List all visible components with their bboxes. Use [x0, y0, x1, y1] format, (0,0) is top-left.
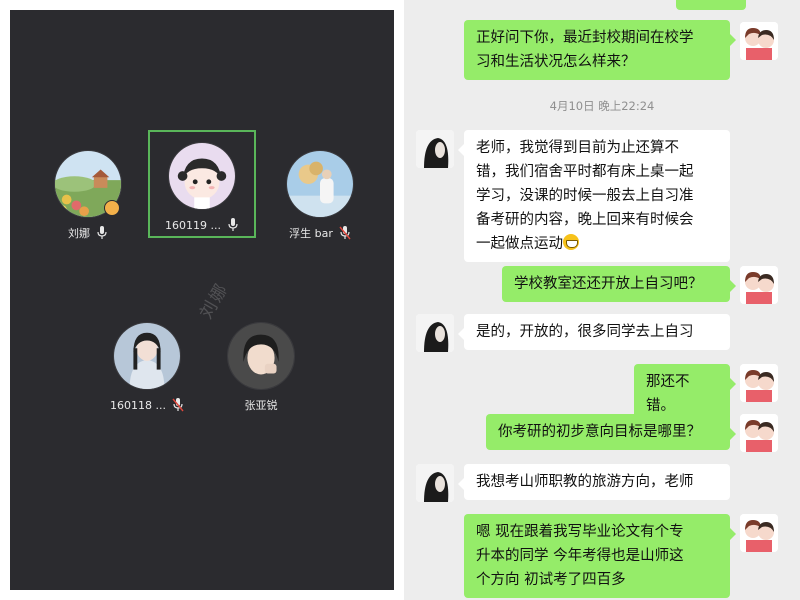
- message-line: 正好问下你，最近封校期间在校学: [476, 30, 694, 46]
- message-line: 学校教室还还开放上自习吧？: [514, 276, 703, 292]
- message-bubble-incoming[interactable]: 我想考山师职教的旅游方向，老师: [458, 464, 730, 500]
- participant-name: 160118 ...: [110, 398, 166, 412]
- grin-emoji-icon: [563, 234, 579, 250]
- participant-tile[interactable]: 160118 ...: [93, 310, 201, 420]
- voice-call-panel: 刘娜 刘娜 160119 ... 浮生 bar 160118 ... 张亚锐: [10, 10, 394, 590]
- message-bubble-incoming[interactable]: 是的，开放的，很多同学去上自习: [458, 314, 730, 350]
- chat-panel: 正好问下你，最近封校期间在校学 习和生活状况怎么样来？ 4月10日 晚上22:2…: [404, 0, 800, 600]
- message-timestamp: 4月10日 晚上22:24: [549, 99, 655, 113]
- message-bubble-outgoing[interactable]: 正好问下你，最近封校期间在校学 习和生活状况怎么样来？: [464, 20, 736, 80]
- avatar: [113, 322, 181, 390]
- participant-tile[interactable]: 张亚锐: [207, 310, 315, 420]
- message-line: 升本的同学 今年考得也是山师这: [476, 548, 684, 564]
- message-line: 那还不错。: [646, 374, 690, 414]
- my-avatar[interactable]: [740, 514, 778, 552]
- my-avatar[interactable]: [740, 364, 778, 402]
- message-line: 学习，没课的时候一般去上自习准: [476, 188, 694, 204]
- message-line: 个方向 初试考了四百多: [476, 572, 626, 588]
- message-bubble-outgoing[interactable]: 学校教室还还开放上自习吧？: [502, 266, 736, 302]
- my-avatar[interactable]: [740, 22, 778, 60]
- avatar: [227, 322, 295, 390]
- contact-avatar[interactable]: [416, 314, 454, 352]
- message-line: 习和生活状况怎么样来？: [476, 54, 636, 70]
- mic-muted-icon: [172, 398, 184, 412]
- mic-icon: [96, 226, 108, 240]
- message-line: 备考研的内容，晚上回来有时候会: [476, 212, 694, 228]
- my-avatar[interactable]: [740, 266, 778, 304]
- participant-name: 160119 ...: [165, 218, 221, 232]
- participant-name: 张亚锐: [244, 399, 278, 412]
- mic-muted-icon: [339, 226, 351, 240]
- person-badge-icon: [104, 200, 120, 216]
- avatar: [286, 150, 354, 218]
- message-line: 一起做点运动: [476, 236, 563, 252]
- contact-avatar[interactable]: [416, 464, 454, 502]
- message-bubble-outgoing[interactable]: 你考研的初步意向目标是哪里？: [486, 414, 736, 450]
- participant-name: 刘娜: [68, 227, 90, 240]
- message-line: 错，我们宿舍平时都有床上桌一起: [476, 164, 694, 180]
- participant-name: 浮生 bar: [289, 227, 333, 240]
- contact-avatar[interactable]: [416, 130, 454, 168]
- message-line: 你考研的初步意向目标是哪里？: [498, 424, 701, 440]
- message-line: 是的，开放的，很多同学去上自习: [476, 324, 694, 340]
- message-bubble-incoming[interactable]: 老师，我觉得到目前为止还算不 错，我们宿舍平时都有床上桌一起 学习，没课的时候一…: [458, 130, 730, 262]
- mic-icon: [227, 218, 239, 232]
- participant-tile-active[interactable]: 160119 ...: [148, 130, 256, 240]
- message-line: 我想考山师职教的旅游方向，老师: [476, 474, 694, 490]
- message-line: 嗯 现在跟着我写毕业论文有个专: [476, 524, 684, 540]
- avatar: [168, 142, 236, 210]
- message-bubble-outgoing[interactable]: 嗯 现在跟着我写毕业论文有个专 升本的同学 今年考得也是山师这 个方向 初试考了…: [464, 514, 736, 598]
- participant-tile[interactable]: 刘娜: [34, 138, 142, 248]
- participant-tile[interactable]: 浮生 bar: [266, 138, 374, 248]
- message-line: 老师，我觉得到目前为止还算不: [476, 140, 679, 156]
- previous-message-bubble: [676, 0, 746, 10]
- my-avatar[interactable]: [740, 414, 778, 452]
